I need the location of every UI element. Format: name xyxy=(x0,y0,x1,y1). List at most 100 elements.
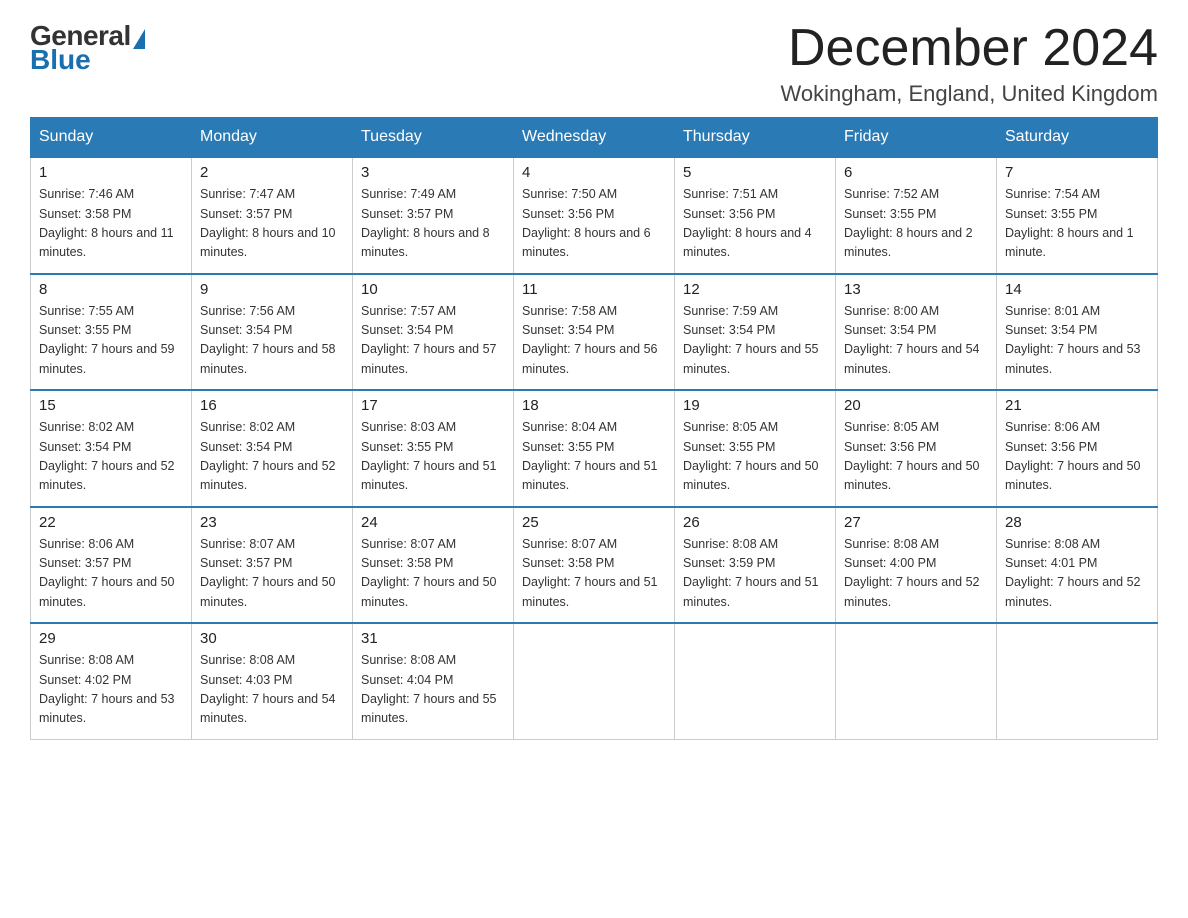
calendar-cell: 28 Sunrise: 8:08 AMSunset: 4:01 PMDaylig… xyxy=(997,507,1158,624)
day-info: Sunrise: 7:47 AMSunset: 3:57 PMDaylight:… xyxy=(200,185,344,263)
day-number: 3 xyxy=(361,164,505,181)
calendar-cell: 31 Sunrise: 8:08 AMSunset: 4:04 PMDaylig… xyxy=(353,623,514,739)
week-row-4: 22 Sunrise: 8:06 AMSunset: 3:57 PMDaylig… xyxy=(31,507,1158,624)
day-info: Sunrise: 8:08 AMSunset: 4:01 PMDaylight:… xyxy=(1005,535,1149,613)
day-number: 25 xyxy=(522,514,666,531)
header-friday: Friday xyxy=(836,118,997,158)
day-number: 5 xyxy=(683,164,827,181)
calendar-cell: 2 Sunrise: 7:47 AMSunset: 3:57 PMDayligh… xyxy=(192,157,353,274)
day-info: Sunrise: 8:07 AMSunset: 3:57 PMDaylight:… xyxy=(200,535,344,613)
calendar-cell: 11 Sunrise: 7:58 AMSunset: 3:54 PMDaylig… xyxy=(514,274,675,391)
week-row-1: 1 Sunrise: 7:46 AMSunset: 3:58 PMDayligh… xyxy=(31,157,1158,274)
day-number: 9 xyxy=(200,281,344,298)
day-info: Sunrise: 7:49 AMSunset: 3:57 PMDaylight:… xyxy=(361,185,505,263)
weekday-header-row: Sunday Monday Tuesday Wednesday Thursday… xyxy=(31,118,1158,158)
day-info: Sunrise: 7:57 AMSunset: 3:54 PMDaylight:… xyxy=(361,302,505,380)
calendar-cell: 20 Sunrise: 8:05 AMSunset: 3:56 PMDaylig… xyxy=(836,390,997,507)
calendar-cell: 15 Sunrise: 8:02 AMSunset: 3:54 PMDaylig… xyxy=(31,390,192,507)
day-number: 28 xyxy=(1005,514,1149,531)
day-info: Sunrise: 8:08 AMSunset: 3:59 PMDaylight:… xyxy=(683,535,827,613)
calendar-cell xyxy=(997,623,1158,739)
header-saturday: Saturday xyxy=(997,118,1158,158)
calendar-cell: 29 Sunrise: 8:08 AMSunset: 4:02 PMDaylig… xyxy=(31,623,192,739)
day-info: Sunrise: 7:55 AMSunset: 3:55 PMDaylight:… xyxy=(39,302,183,380)
page-header: General Blue December 2024 Wokingham, En… xyxy=(30,20,1158,107)
day-number: 26 xyxy=(683,514,827,531)
day-number: 14 xyxy=(1005,281,1149,298)
day-info: Sunrise: 8:06 AMSunset: 3:56 PMDaylight:… xyxy=(1005,418,1149,496)
day-info: Sunrise: 8:01 AMSunset: 3:54 PMDaylight:… xyxy=(1005,302,1149,380)
day-info: Sunrise: 7:58 AMSunset: 3:54 PMDaylight:… xyxy=(522,302,666,380)
calendar-cell xyxy=(514,623,675,739)
day-number: 30 xyxy=(200,630,344,647)
day-info: Sunrise: 8:02 AMSunset: 3:54 PMDaylight:… xyxy=(39,418,183,496)
calendar-cell: 6 Sunrise: 7:52 AMSunset: 3:55 PMDayligh… xyxy=(836,157,997,274)
day-number: 27 xyxy=(844,514,988,531)
day-info: Sunrise: 8:07 AMSunset: 3:58 PMDaylight:… xyxy=(522,535,666,613)
calendar-cell: 16 Sunrise: 8:02 AMSunset: 3:54 PMDaylig… xyxy=(192,390,353,507)
day-info: Sunrise: 8:05 AMSunset: 3:55 PMDaylight:… xyxy=(683,418,827,496)
calendar-cell: 18 Sunrise: 8:04 AMSunset: 3:55 PMDaylig… xyxy=(514,390,675,507)
day-number: 21 xyxy=(1005,397,1149,414)
day-info: Sunrise: 8:07 AMSunset: 3:58 PMDaylight:… xyxy=(361,535,505,613)
calendar-cell: 14 Sunrise: 8:01 AMSunset: 3:54 PMDaylig… xyxy=(997,274,1158,391)
calendar-cell: 9 Sunrise: 7:56 AMSunset: 3:54 PMDayligh… xyxy=(192,274,353,391)
calendar-cell: 30 Sunrise: 8:08 AMSunset: 4:03 PMDaylig… xyxy=(192,623,353,739)
day-info: Sunrise: 8:08 AMSunset: 4:02 PMDaylight:… xyxy=(39,651,183,729)
day-number: 8 xyxy=(39,281,183,298)
day-info: Sunrise: 7:52 AMSunset: 3:55 PMDaylight:… xyxy=(844,185,988,263)
day-info: Sunrise: 8:00 AMSunset: 3:54 PMDaylight:… xyxy=(844,302,988,380)
day-number: 23 xyxy=(200,514,344,531)
calendar-cell: 8 Sunrise: 7:55 AMSunset: 3:55 PMDayligh… xyxy=(31,274,192,391)
day-info: Sunrise: 7:54 AMSunset: 3:55 PMDaylight:… xyxy=(1005,185,1149,263)
logo: General Blue xyxy=(30,20,145,76)
title-section: December 2024 Wokingham, England, United… xyxy=(781,20,1158,107)
day-number: 10 xyxy=(361,281,505,298)
calendar-cell: 10 Sunrise: 7:57 AMSunset: 3:54 PMDaylig… xyxy=(353,274,514,391)
day-number: 11 xyxy=(522,281,666,298)
day-number: 24 xyxy=(361,514,505,531)
calendar-cell: 19 Sunrise: 8:05 AMSunset: 3:55 PMDaylig… xyxy=(675,390,836,507)
logo-blue-text: Blue xyxy=(30,44,91,76)
calendar-cell: 23 Sunrise: 8:07 AMSunset: 3:57 PMDaylig… xyxy=(192,507,353,624)
day-number: 18 xyxy=(522,397,666,414)
calendar-cell: 3 Sunrise: 7:49 AMSunset: 3:57 PMDayligh… xyxy=(353,157,514,274)
day-info: Sunrise: 7:51 AMSunset: 3:56 PMDaylight:… xyxy=(683,185,827,263)
calendar-cell: 5 Sunrise: 7:51 AMSunset: 3:56 PMDayligh… xyxy=(675,157,836,274)
day-number: 20 xyxy=(844,397,988,414)
day-info: Sunrise: 8:03 AMSunset: 3:55 PMDaylight:… xyxy=(361,418,505,496)
week-row-2: 8 Sunrise: 7:55 AMSunset: 3:55 PMDayligh… xyxy=(31,274,1158,391)
day-number: 29 xyxy=(39,630,183,647)
logo-triangle-icon xyxy=(133,29,145,49)
calendar-cell xyxy=(675,623,836,739)
day-info: Sunrise: 8:05 AMSunset: 3:56 PMDaylight:… xyxy=(844,418,988,496)
month-title: December 2024 xyxy=(781,20,1158,77)
day-number: 1 xyxy=(39,164,183,181)
calendar-table: Sunday Monday Tuesday Wednesday Thursday… xyxy=(30,117,1158,740)
day-number: 17 xyxy=(361,397,505,414)
day-info: Sunrise: 8:08 AMSunset: 4:04 PMDaylight:… xyxy=(361,651,505,729)
header-sunday: Sunday xyxy=(31,118,192,158)
calendar-cell: 21 Sunrise: 8:06 AMSunset: 3:56 PMDaylig… xyxy=(997,390,1158,507)
calendar-cell: 17 Sunrise: 8:03 AMSunset: 3:55 PMDaylig… xyxy=(353,390,514,507)
day-info: Sunrise: 8:08 AMSunset: 4:00 PMDaylight:… xyxy=(844,535,988,613)
header-wednesday: Wednesday xyxy=(514,118,675,158)
day-number: 31 xyxy=(361,630,505,647)
day-info: Sunrise: 7:59 AMSunset: 3:54 PMDaylight:… xyxy=(683,302,827,380)
calendar-cell: 22 Sunrise: 8:06 AMSunset: 3:57 PMDaylig… xyxy=(31,507,192,624)
calendar-cell: 4 Sunrise: 7:50 AMSunset: 3:56 PMDayligh… xyxy=(514,157,675,274)
header-monday: Monday xyxy=(192,118,353,158)
calendar-cell: 1 Sunrise: 7:46 AMSunset: 3:58 PMDayligh… xyxy=(31,157,192,274)
day-info: Sunrise: 8:06 AMSunset: 3:57 PMDaylight:… xyxy=(39,535,183,613)
day-number: 6 xyxy=(844,164,988,181)
day-info: Sunrise: 7:56 AMSunset: 3:54 PMDaylight:… xyxy=(200,302,344,380)
day-number: 19 xyxy=(683,397,827,414)
day-info: Sunrise: 8:04 AMSunset: 3:55 PMDaylight:… xyxy=(522,418,666,496)
day-number: 4 xyxy=(522,164,666,181)
day-number: 12 xyxy=(683,281,827,298)
day-info: Sunrise: 8:08 AMSunset: 4:03 PMDaylight:… xyxy=(200,651,344,729)
day-number: 2 xyxy=(200,164,344,181)
calendar-cell: 13 Sunrise: 8:00 AMSunset: 3:54 PMDaylig… xyxy=(836,274,997,391)
day-info: Sunrise: 7:46 AMSunset: 3:58 PMDaylight:… xyxy=(39,185,183,263)
day-number: 22 xyxy=(39,514,183,531)
